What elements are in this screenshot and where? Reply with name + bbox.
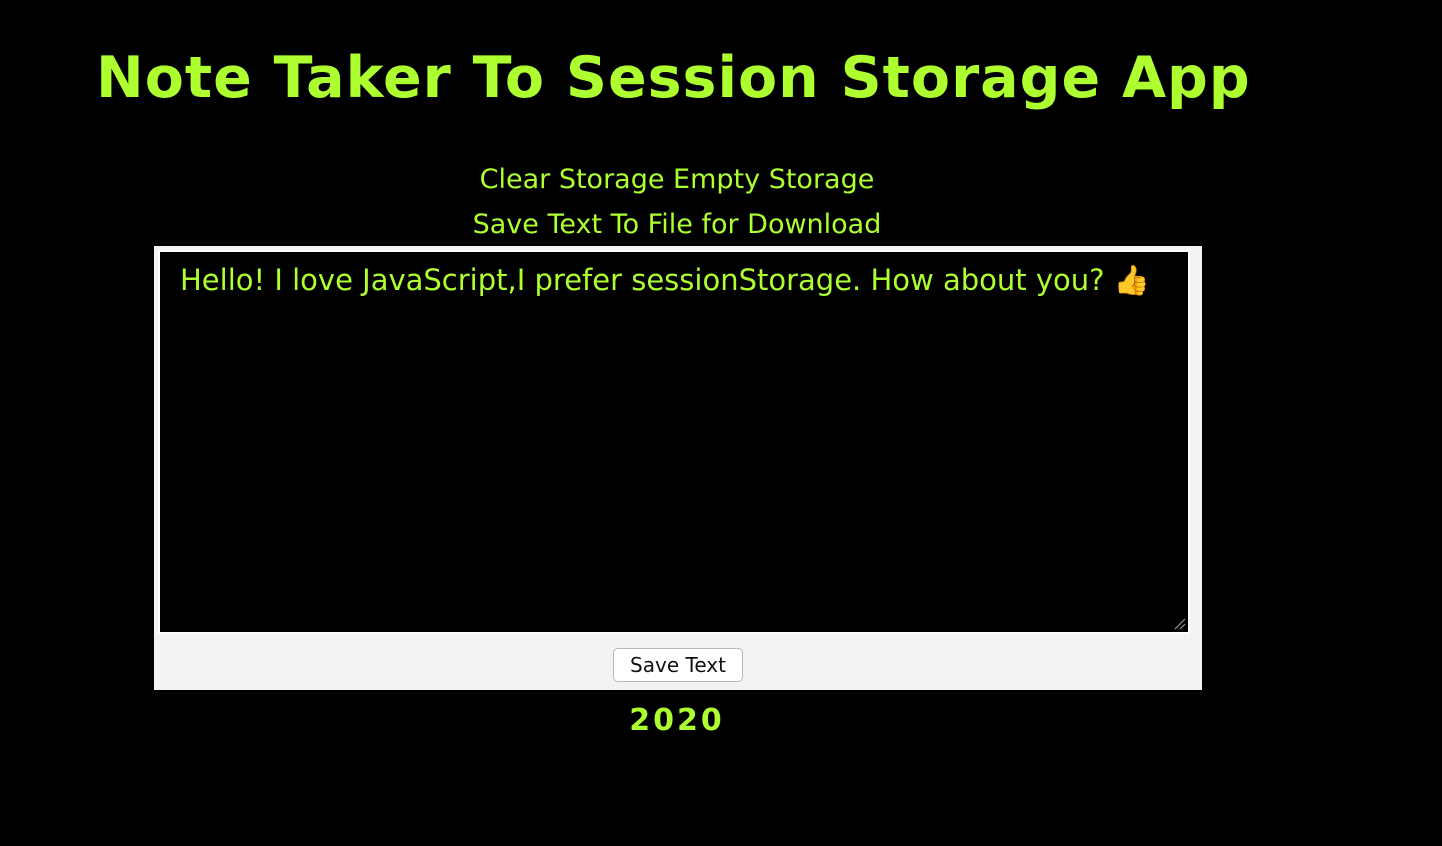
page: Note Taker To Session Storage App Clear … <box>0 0 1442 846</box>
clear-storage-link[interactable]: Clear Storage Empty Storage <box>0 162 1354 198</box>
note-panel: Hello! I love JavaScript,I prefer sessio… <box>154 246 1202 690</box>
save-text-button[interactable]: Save Text <box>613 648 743 682</box>
footer-year: 2020 <box>629 703 725 738</box>
save-to-file-link[interactable]: Save Text To File for Download <box>0 207 1354 243</box>
resize-grip-icon[interactable] <box>1174 618 1186 630</box>
page-title: Note Taker To Session Storage App <box>96 45 1251 111</box>
note-textarea[interactable]: Hello! I love JavaScript,I prefer sessio… <box>158 250 1190 634</box>
